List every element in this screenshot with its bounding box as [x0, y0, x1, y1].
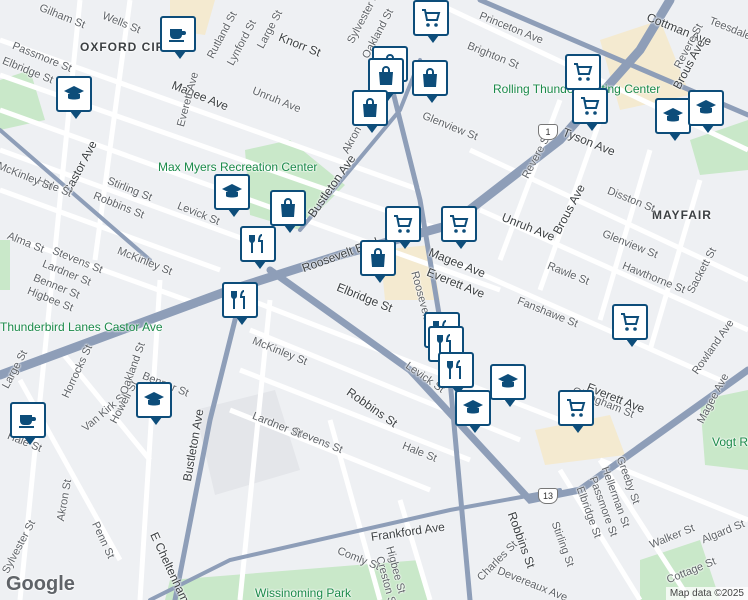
shopping-cart-icon: [574, 63, 593, 81]
google-logo: Google: [6, 573, 75, 595]
cafe-icon: [169, 29, 186, 42]
poi-label-recreation-center[interactable]: Max Myers Recreation Center: [158, 160, 317, 174]
poi-label-vogt-center[interactable]: Vogt Recreation Center: [712, 435, 748, 449]
shopping-bag-icon: [423, 68, 437, 87]
school-icon: [64, 86, 84, 100]
map-canvas[interactable]: OXFORD CIR MAYFAIR Gilham St Wells St Ru…: [0, 0, 748, 600]
school-pin[interactable]: [688, 90, 724, 133]
shopping-bag-icon: [363, 98, 377, 117]
route-shield-us13: 13: [538, 488, 558, 504]
grocery-pin[interactable]: [441, 206, 477, 249]
shopping-cart-icon: [394, 215, 413, 233]
school-pin[interactable]: [455, 390, 491, 433]
grocery-pin[interactable]: [612, 304, 648, 347]
shopping-bag-icon: [379, 66, 393, 85]
school-pin[interactable]: [56, 76, 92, 119]
shopping-cart-icon: [581, 97, 600, 115]
shopping-pin[interactable]: [270, 190, 306, 233]
shopping-cart-icon: [450, 215, 469, 233]
shopping-cart-icon: [567, 399, 586, 417]
school-pin[interactable]: [655, 98, 691, 141]
cafe-pin[interactable]: [10, 402, 46, 445]
shopping-bag-icon: [281, 198, 295, 217]
grocery-pin[interactable]: [558, 390, 594, 433]
poi-label-park[interactable]: Wissinoming Park: [255, 586, 351, 600]
grocery-pin[interactable]: [385, 206, 421, 249]
school-icon: [498, 374, 518, 388]
shopping-pin[interactable]: [352, 90, 388, 133]
shopping-pin[interactable]: [360, 240, 396, 283]
shopping-cart-icon: [422, 9, 441, 27]
shopping-bag-icon: [371, 248, 385, 267]
grocery-pin[interactable]: [565, 54, 601, 97]
school-pin[interactable]: [490, 364, 526, 407]
neighborhood-label-oxford-circle: OXFORD CIR: [80, 40, 166, 54]
shopping-pin[interactable]: [368, 58, 404, 101]
school-pin[interactable]: [136, 382, 172, 425]
grocery-pin[interactable]: [572, 88, 608, 131]
neighborhood-label-mayfair: MAYFAIR: [652, 208, 712, 222]
school-icon: [144, 392, 164, 406]
restaurant-icon: [231, 290, 245, 309]
cafe-pin[interactable]: [160, 16, 196, 59]
restaurant-pin[interactable]: [222, 282, 258, 325]
cafe-icon: [19, 415, 36, 428]
route-shield-us1: 1: [538, 124, 558, 140]
map-attribution[interactable]: Map data ©2025: [665, 587, 748, 600]
poi-label-bowling-lanes[interactable]: Thunderbird Lanes Castor Ave: [0, 320, 163, 334]
restaurant-pin[interactable]: [240, 226, 276, 269]
school-icon: [696, 100, 716, 114]
school-icon: [463, 400, 483, 414]
restaurant-pin[interactable]: [438, 352, 474, 395]
school-pin[interactable]: [214, 174, 250, 217]
grocery-pin[interactable]: [413, 0, 449, 43]
school-icon: [222, 184, 242, 198]
shopping-cart-icon: [621, 313, 640, 331]
school-icon: [663, 108, 683, 122]
restaurant-icon: [447, 360, 461, 379]
shopping-pin[interactable]: [412, 60, 448, 103]
restaurant-icon: [249, 234, 263, 253]
